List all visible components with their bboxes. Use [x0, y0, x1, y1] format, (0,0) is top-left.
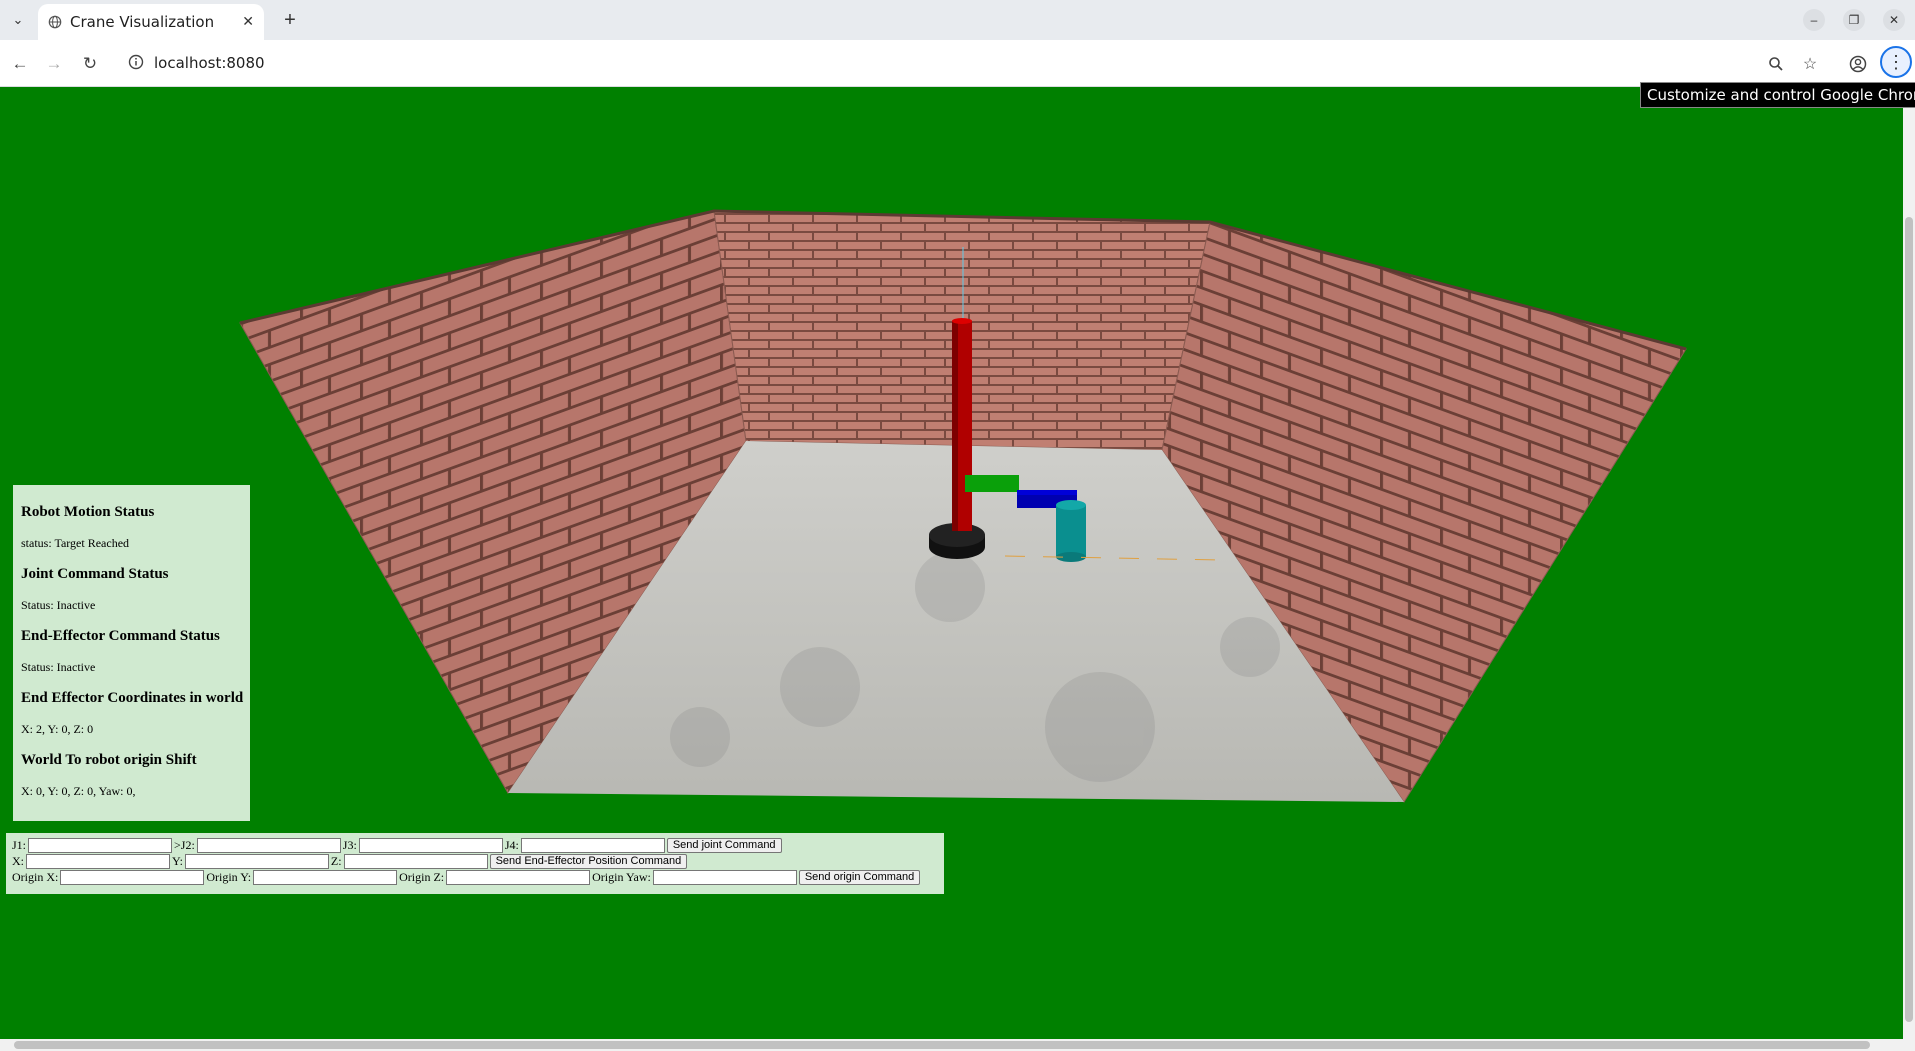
chrome-menu-button[interactable]: ⋮: [1880, 46, 1912, 78]
command-panel: J1: >J2: J3: J4: Send joint Command X: Y…: [6, 833, 944, 894]
origin-x-label: Origin X:: [12, 869, 59, 884]
origin-x-input[interactable]: [60, 869, 205, 885]
browser-window: ⌄ Crane Visualization ✕ + – ❐ ✕ ← → ↻ lo…: [0, 0, 1915, 1051]
x-label: X:: [12, 853, 24, 868]
tab-strip: ⌄ Crane Visualization ✕ + – ❐ ✕: [0, 0, 1915, 40]
origin-shift-title: World To robot origin Shift: [21, 752, 197, 768]
ee-coordinates-title: End Effector Coordinates in world: [21, 690, 244, 706]
j3-input[interactable]: [358, 837, 503, 853]
ee-command-status-title: End-Effector Command Status: [21, 628, 220, 644]
y-label: Y:: [172, 853, 183, 868]
tab-search-chevron-icon[interactable]: ⌄: [6, 8, 30, 32]
origin-command-row: Origin X: Origin Y: Origin Z: Origin Yaw…: [12, 869, 921, 885]
ee-command-status-value: Status: Inactive: [21, 660, 96, 674]
j3-label: J3:: [342, 837, 357, 852]
robot-motion-status-title: Robot Motion Status: [21, 504, 155, 520]
forward-button[interactable]: →: [42, 52, 66, 76]
origin-z-input[interactable]: [446, 869, 591, 885]
horizontal-scrollbar[interactable]: [0, 1039, 1915, 1051]
joint-command-status-title: Joint Command Status: [21, 566, 169, 582]
status-panel: Robot Motion Status status: Target Reach…: [13, 485, 250, 821]
origin-z-label: Origin Z:: [399, 869, 445, 884]
crane-3d-scene[interactable]: [0, 87, 1903, 1039]
url-text[interactable]: localhost:8080: [154, 54, 265, 72]
send-origin-command-button[interactable]: Send origin Command: [798, 869, 921, 885]
z-label: Z:: [330, 853, 342, 868]
back-button[interactable]: ←: [8, 52, 32, 76]
ee-coordinates-value: X: 2, Y: 0, Z: 0: [21, 722, 94, 736]
j2-label: >J2:: [174, 837, 195, 852]
vertical-scroll-thumb[interactable]: [1905, 217, 1913, 1022]
send-joint-command-button[interactable]: Send joint Command: [666, 837, 782, 853]
close-window-button[interactable]: ✕: [1880, 8, 1908, 32]
j2-input[interactable]: [196, 837, 341, 853]
robot-motion-status-value: status: Target Reached: [21, 536, 130, 550]
z-input[interactable]: [343, 853, 488, 869]
origin-shift-value: X: 0, Y: 0, Z: 0, Yaw: 0,: [21, 784, 136, 798]
tab-crane-visualization[interactable]: Crane Visualization ✕: [38, 4, 264, 40]
page-viewport[interactable]: Robot Motion Status status: Target Reach…: [0, 87, 1903, 1039]
ee-command-row: X: Y: Z: Send End-Effector Position Comm…: [12, 853, 688, 869]
profile-icon[interactable]: [1846, 52, 1870, 76]
y-input[interactable]: [184, 853, 329, 869]
browser-toolbar: ← → ↻ localhost:8080 ☆ ⋮: [0, 40, 1915, 87]
j4-input[interactable]: [520, 837, 665, 853]
origin-yaw-input[interactable]: [652, 869, 797, 885]
joint-command-row: J1: >J2: J3: J4: Send joint Command: [12, 837, 782, 853]
x-input[interactable]: [26, 853, 170, 869]
tab-title: Crane Visualization: [70, 13, 215, 31]
joint-command-status-value: Status: Inactive: [21, 598, 96, 612]
j1-input[interactable]: [28, 837, 173, 853]
crane-arm-link1: [965, 475, 1019, 492]
origin-y-input[interactable]: [253, 869, 398, 885]
zoom-icon[interactable]: [1764, 52, 1788, 76]
globe-icon: [48, 15, 62, 29]
j1-label: J1:: [12, 837, 27, 852]
reload-button[interactable]: ↻: [78, 52, 102, 76]
origin-y-label: Origin Y:: [206, 869, 252, 884]
origin-yaw-label: Origin Yaw:: [592, 869, 651, 884]
close-tab-icon[interactable]: ✕: [242, 13, 254, 30]
menu-tooltip: Customize and control Google Chrome: [1640, 82, 1915, 108]
crane-end-effector: [1056, 505, 1086, 557]
site-info-icon[interactable]: [128, 54, 144, 70]
address-bar[interactable]: localhost:8080: [120, 46, 1780, 80]
restore-button[interactable]: ❐: [1840, 8, 1868, 32]
minimize-button[interactable]: –: [1800, 8, 1828, 32]
send-ee-command-button[interactable]: Send End-Effector Position Command: [489, 853, 688, 869]
j4-label: J4:: [504, 837, 519, 852]
bookmark-star-icon[interactable]: ☆: [1798, 52, 1822, 76]
new-tab-button[interactable]: +: [278, 8, 302, 32]
horizontal-scroll-thumb[interactable]: [14, 1041, 1870, 1049]
vertical-scrollbar[interactable]: [1903, 87, 1915, 1039]
